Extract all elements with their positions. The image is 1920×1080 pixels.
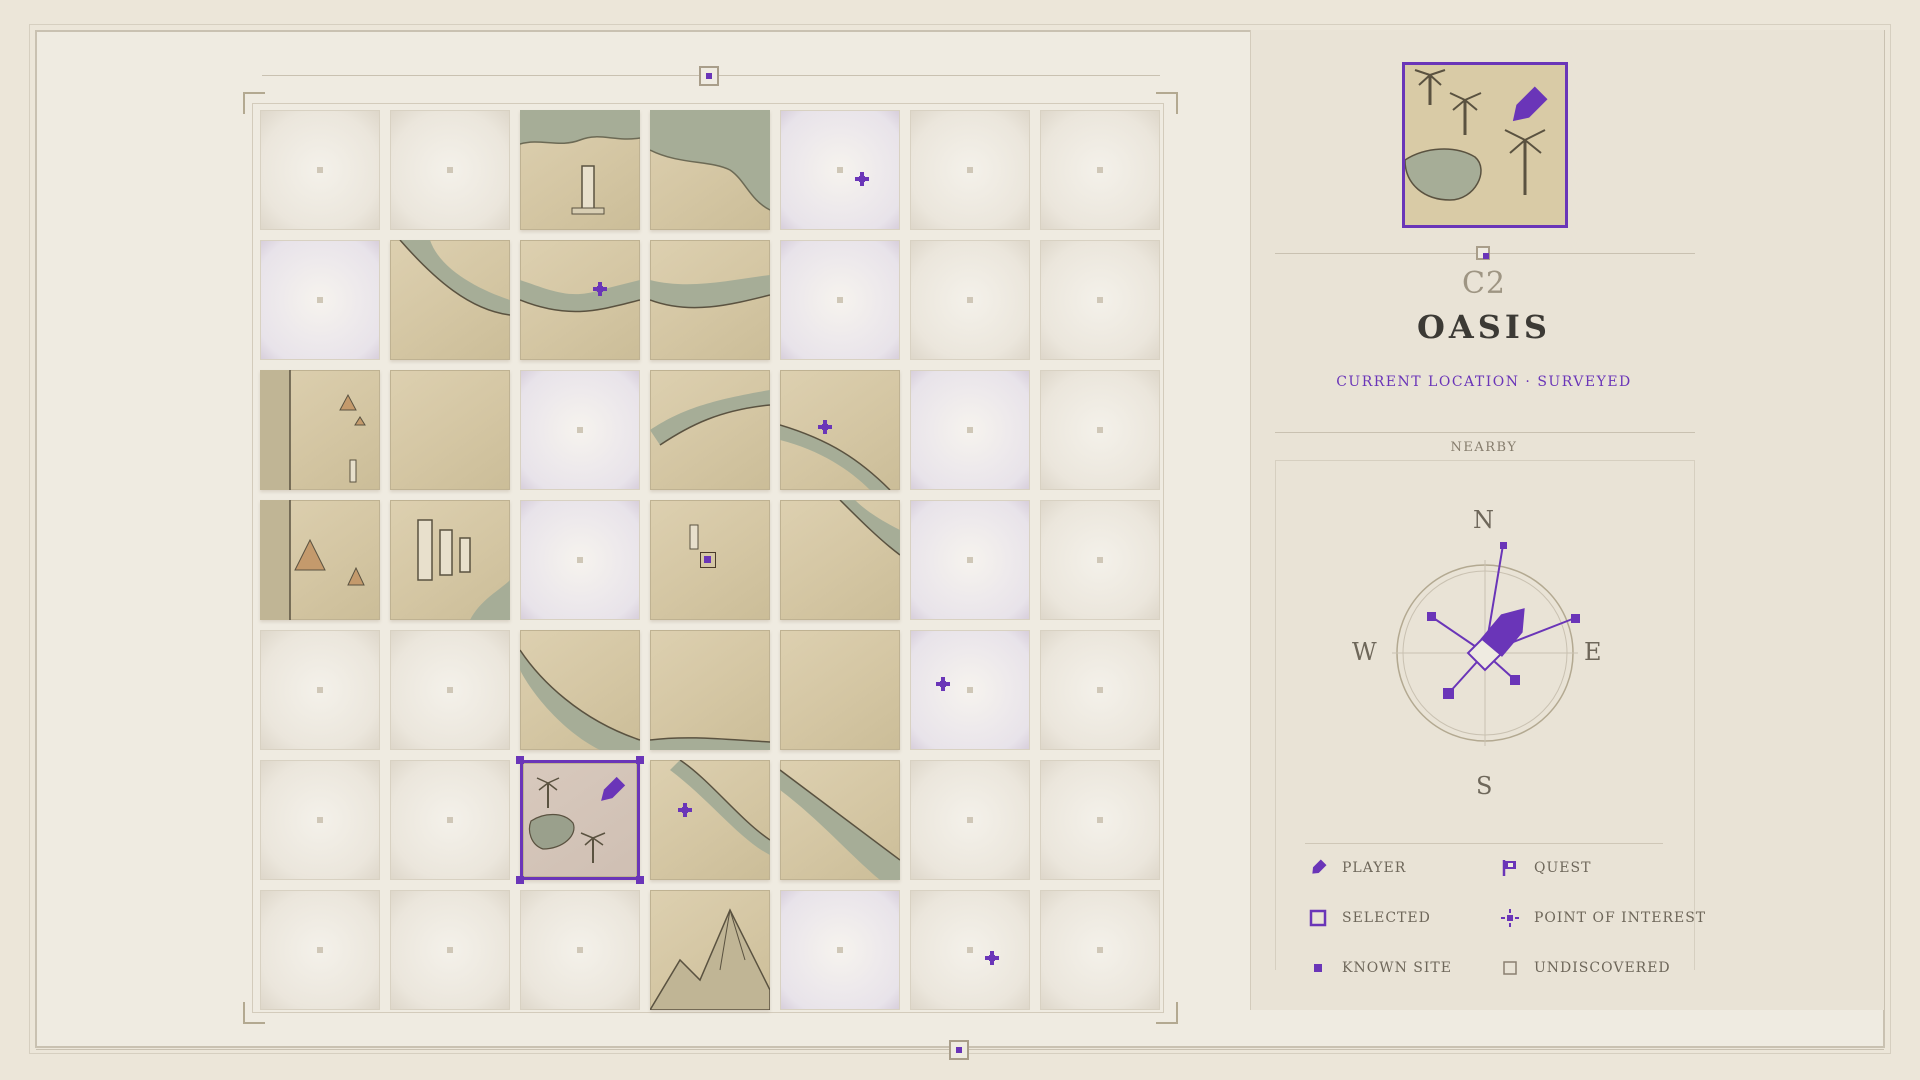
panel-node-icon: [1476, 246, 1490, 260]
point-of-interest-icon: [593, 282, 607, 296]
legend-poi: POINT OF INTEREST: [1500, 908, 1706, 928]
map-grid: [260, 110, 1160, 1010]
map-tile[interactable]: [1040, 890, 1160, 1010]
map-tile[interactable]: [520, 890, 640, 1010]
map-tile[interactable]: [910, 760, 1030, 880]
map-tile[interactable]: [390, 630, 510, 750]
legend-quest-label: QUEST: [1534, 860, 1592, 876]
selected-square-icon: [1308, 908, 1328, 928]
compass-south-label: S: [1476, 772, 1493, 800]
legend-quest: QUEST: [1500, 858, 1591, 878]
map-tile[interactable]: [390, 890, 510, 1010]
player-icon: [1308, 858, 1328, 878]
map-tile-canyon[interactable]: [650, 240, 770, 360]
location-coordinate: C2: [1461, 266, 1507, 301]
legend-divider: [1305, 843, 1663, 844]
nearby-heading: NEARBY: [1450, 440, 1518, 455]
legend-undiscovered-label: UNDISCOVERED: [1534, 960, 1671, 976]
undiscovered-square-icon: [1500, 958, 1520, 978]
map-tile[interactable]: [260, 110, 380, 230]
point-of-interest-icon: [936, 677, 950, 691]
point-of-interest-icon: [678, 803, 692, 817]
map-tile[interactable]: [910, 500, 1030, 620]
legend-selected-label: SELECTED: [1342, 910, 1431, 926]
map-tile[interactable]: [520, 500, 640, 620]
location-title: OASIS: [1417, 308, 1551, 346]
map-tile-desert[interactable]: [390, 370, 510, 490]
map-tile-coast[interactable]: [650, 110, 770, 230]
map-tile-ruins-camp[interactable]: [260, 370, 380, 490]
map-tile[interactable]: [1040, 110, 1160, 230]
map-tile[interactable]: [1040, 630, 1160, 750]
map-tile-canyon[interactable]: [650, 760, 770, 880]
map-tile-known-site[interactable]: [650, 500, 770, 620]
location-status: CURRENT LOCATION · SURVEYED: [1336, 374, 1632, 390]
map-tile[interactable]: [910, 370, 1030, 490]
compass-north-label: N: [1473, 506, 1494, 534]
map-tile-oasis-selected[interactable]: [516, 756, 644, 884]
quest-flag-icon: [1500, 858, 1520, 878]
point-of-interest-icon: [818, 420, 832, 434]
known-site-icon: [1308, 958, 1328, 978]
map-tile-canyon[interactable]: [650, 630, 770, 750]
map-tile[interactable]: [1040, 370, 1160, 490]
legend-selected: SELECTED: [1308, 908, 1431, 928]
bottom-rule-node-icon: [949, 1040, 969, 1060]
map-tile[interactable]: [390, 110, 510, 230]
map-tile-ruins[interactable]: [390, 500, 510, 620]
map-tile[interactable]: [1040, 760, 1160, 880]
map-tile[interactable]: [910, 630, 1030, 750]
legend-player-label: PLAYER: [1342, 860, 1407, 876]
map-tile-mountains[interactable]: [650, 890, 770, 1010]
map-tile-canyon[interactable]: [390, 240, 510, 360]
map-tile[interactable]: [910, 110, 1030, 230]
map-tile-desert[interactable]: [780, 630, 900, 750]
map-tile-canyon[interactable]: [520, 630, 640, 750]
nearby-compass: N E S W: [1352, 500, 1610, 800]
legend-known-site: KNOWN SITE: [1308, 958, 1452, 978]
map-tile[interactable]: [520, 370, 640, 490]
map-tile[interactable]: [1040, 500, 1160, 620]
legend-player: PLAYER: [1308, 858, 1406, 878]
map-tile-canyon[interactable]: [780, 500, 900, 620]
top-rule-node-icon: [699, 66, 719, 86]
map-tile-coast-tower[interactable]: [520, 110, 640, 230]
map-tile[interactable]: [260, 630, 380, 750]
map-tile[interactable]: [780, 110, 900, 230]
map-tile-canyon[interactable]: [780, 370, 900, 490]
map-tile-camp[interactable]: [260, 500, 380, 620]
map-tile[interactable]: [1040, 240, 1160, 360]
map-tile[interactable]: [260, 890, 380, 1010]
compass-east-label: E: [1584, 638, 1602, 666]
map-tile[interactable]: [780, 890, 900, 1010]
compass-west-label: W: [1352, 638, 1377, 666]
map-tile[interactable]: [780, 240, 900, 360]
point-of-interest-icon: [985, 951, 999, 965]
map-tile[interactable]: [390, 760, 510, 880]
legend-poi-label: POINT OF INTEREST: [1534, 910, 1707, 926]
point-of-interest-icon: [1500, 908, 1520, 928]
map-tile-canyon[interactable]: [780, 760, 900, 880]
point-of-interest-icon: [855, 172, 869, 186]
map-tile-canyon[interactable]: [520, 240, 640, 360]
legend-known-site-label: KNOWN SITE: [1342, 960, 1452, 976]
panel-divider: [1275, 432, 1695, 433]
map-tile-canyon[interactable]: [650, 370, 770, 490]
location-preview-image: [1402, 62, 1568, 228]
map-tile[interactable]: [260, 760, 380, 880]
map-tile[interactable]: [910, 890, 1030, 1010]
map-tile[interactable]: [910, 240, 1030, 360]
map-tile[interactable]: [260, 240, 380, 360]
known-site-icon: [700, 552, 716, 568]
legend-undiscovered: UNDISCOVERED: [1500, 958, 1671, 978]
